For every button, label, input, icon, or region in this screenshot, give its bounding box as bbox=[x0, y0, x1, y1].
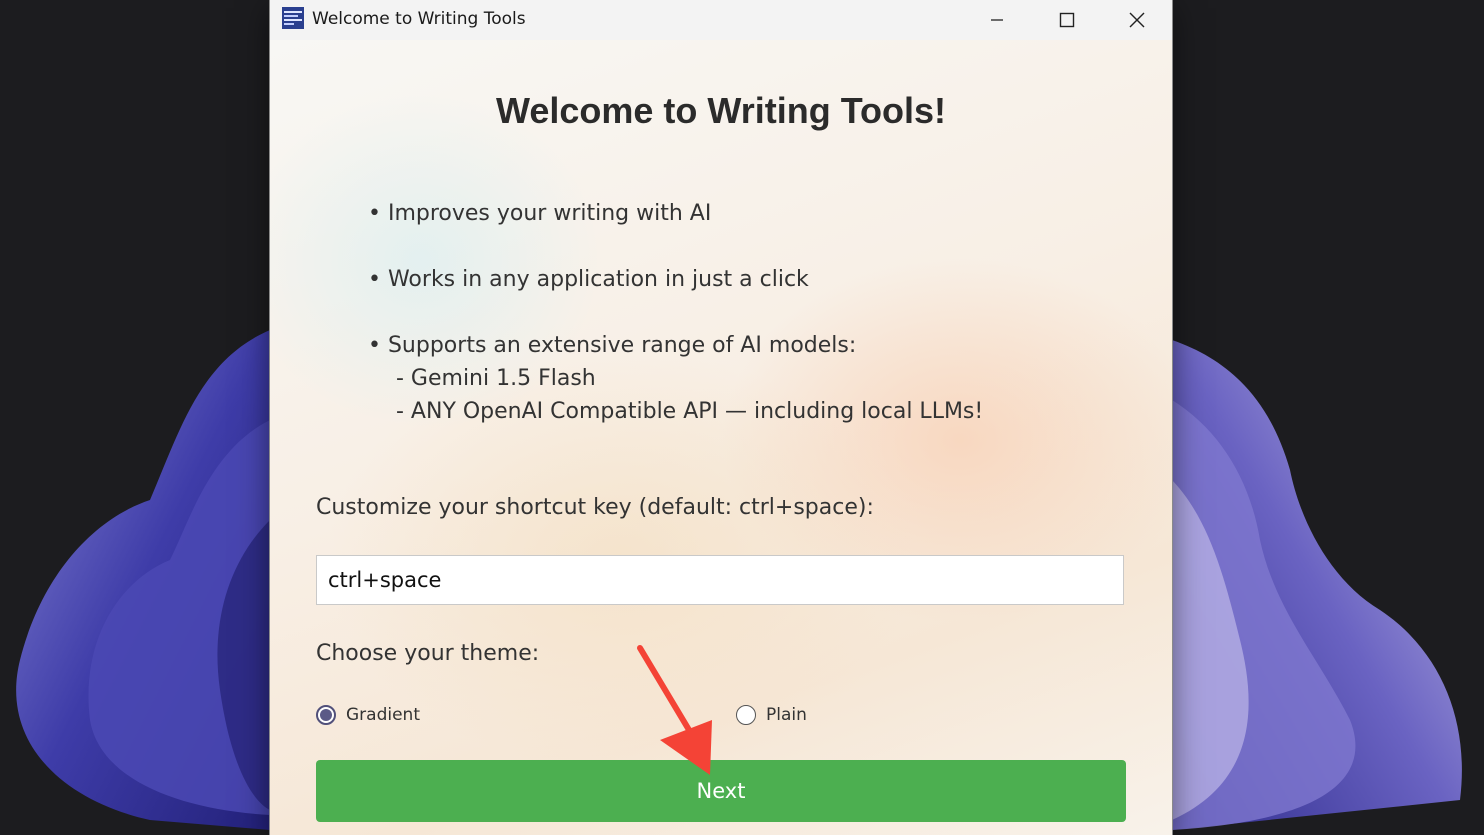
maximize-icon bbox=[1059, 12, 1075, 28]
theme-option-label: Gradient bbox=[346, 705, 420, 725]
maximize-button[interactable] bbox=[1032, 0, 1102, 40]
welcome-content: Welcome to Writing Tools! • Improves you… bbox=[270, 40, 1172, 835]
theme-option-plain[interactable]: Plain bbox=[736, 702, 807, 728]
close-icon bbox=[1129, 12, 1145, 28]
radio-unselected-icon[interactable] bbox=[736, 705, 756, 725]
shortcut-label: Customize your shortcut key (default: ct… bbox=[316, 495, 874, 520]
theme-option-label: Plain bbox=[766, 705, 807, 725]
close-button[interactable] bbox=[1102, 0, 1172, 40]
welcome-window: Welcome to Writing Tools Welcome to Writ… bbox=[270, 0, 1172, 835]
theme-label: Choose your theme: bbox=[316, 641, 540, 666]
feature-item: • Works in any application in just a cli… bbox=[368, 267, 809, 292]
app-icon bbox=[282, 7, 304, 29]
feature-item: • Supports an extensive range of AI mode… bbox=[368, 333, 857, 358]
shortcut-input[interactable] bbox=[316, 555, 1124, 605]
model-item: - ANY OpenAI Compatible API — including … bbox=[396, 399, 984, 424]
model-item: - Gemini 1.5 Flash bbox=[396, 366, 596, 391]
next-button[interactable]: Next bbox=[316, 760, 1126, 822]
radio-selected-icon[interactable] bbox=[316, 705, 336, 725]
feature-item: • Improves your writing with AI bbox=[368, 201, 712, 226]
title-bar[interactable]: Welcome to Writing Tools bbox=[270, 0, 1172, 40]
theme-option-gradient[interactable]: Gradient bbox=[316, 702, 420, 728]
window-title: Welcome to Writing Tools bbox=[312, 9, 526, 29]
minimize-icon bbox=[991, 19, 1003, 21]
page-title: Welcome to Writing Tools! bbox=[496, 90, 946, 131]
minimize-button[interactable] bbox=[962, 0, 1032, 40]
